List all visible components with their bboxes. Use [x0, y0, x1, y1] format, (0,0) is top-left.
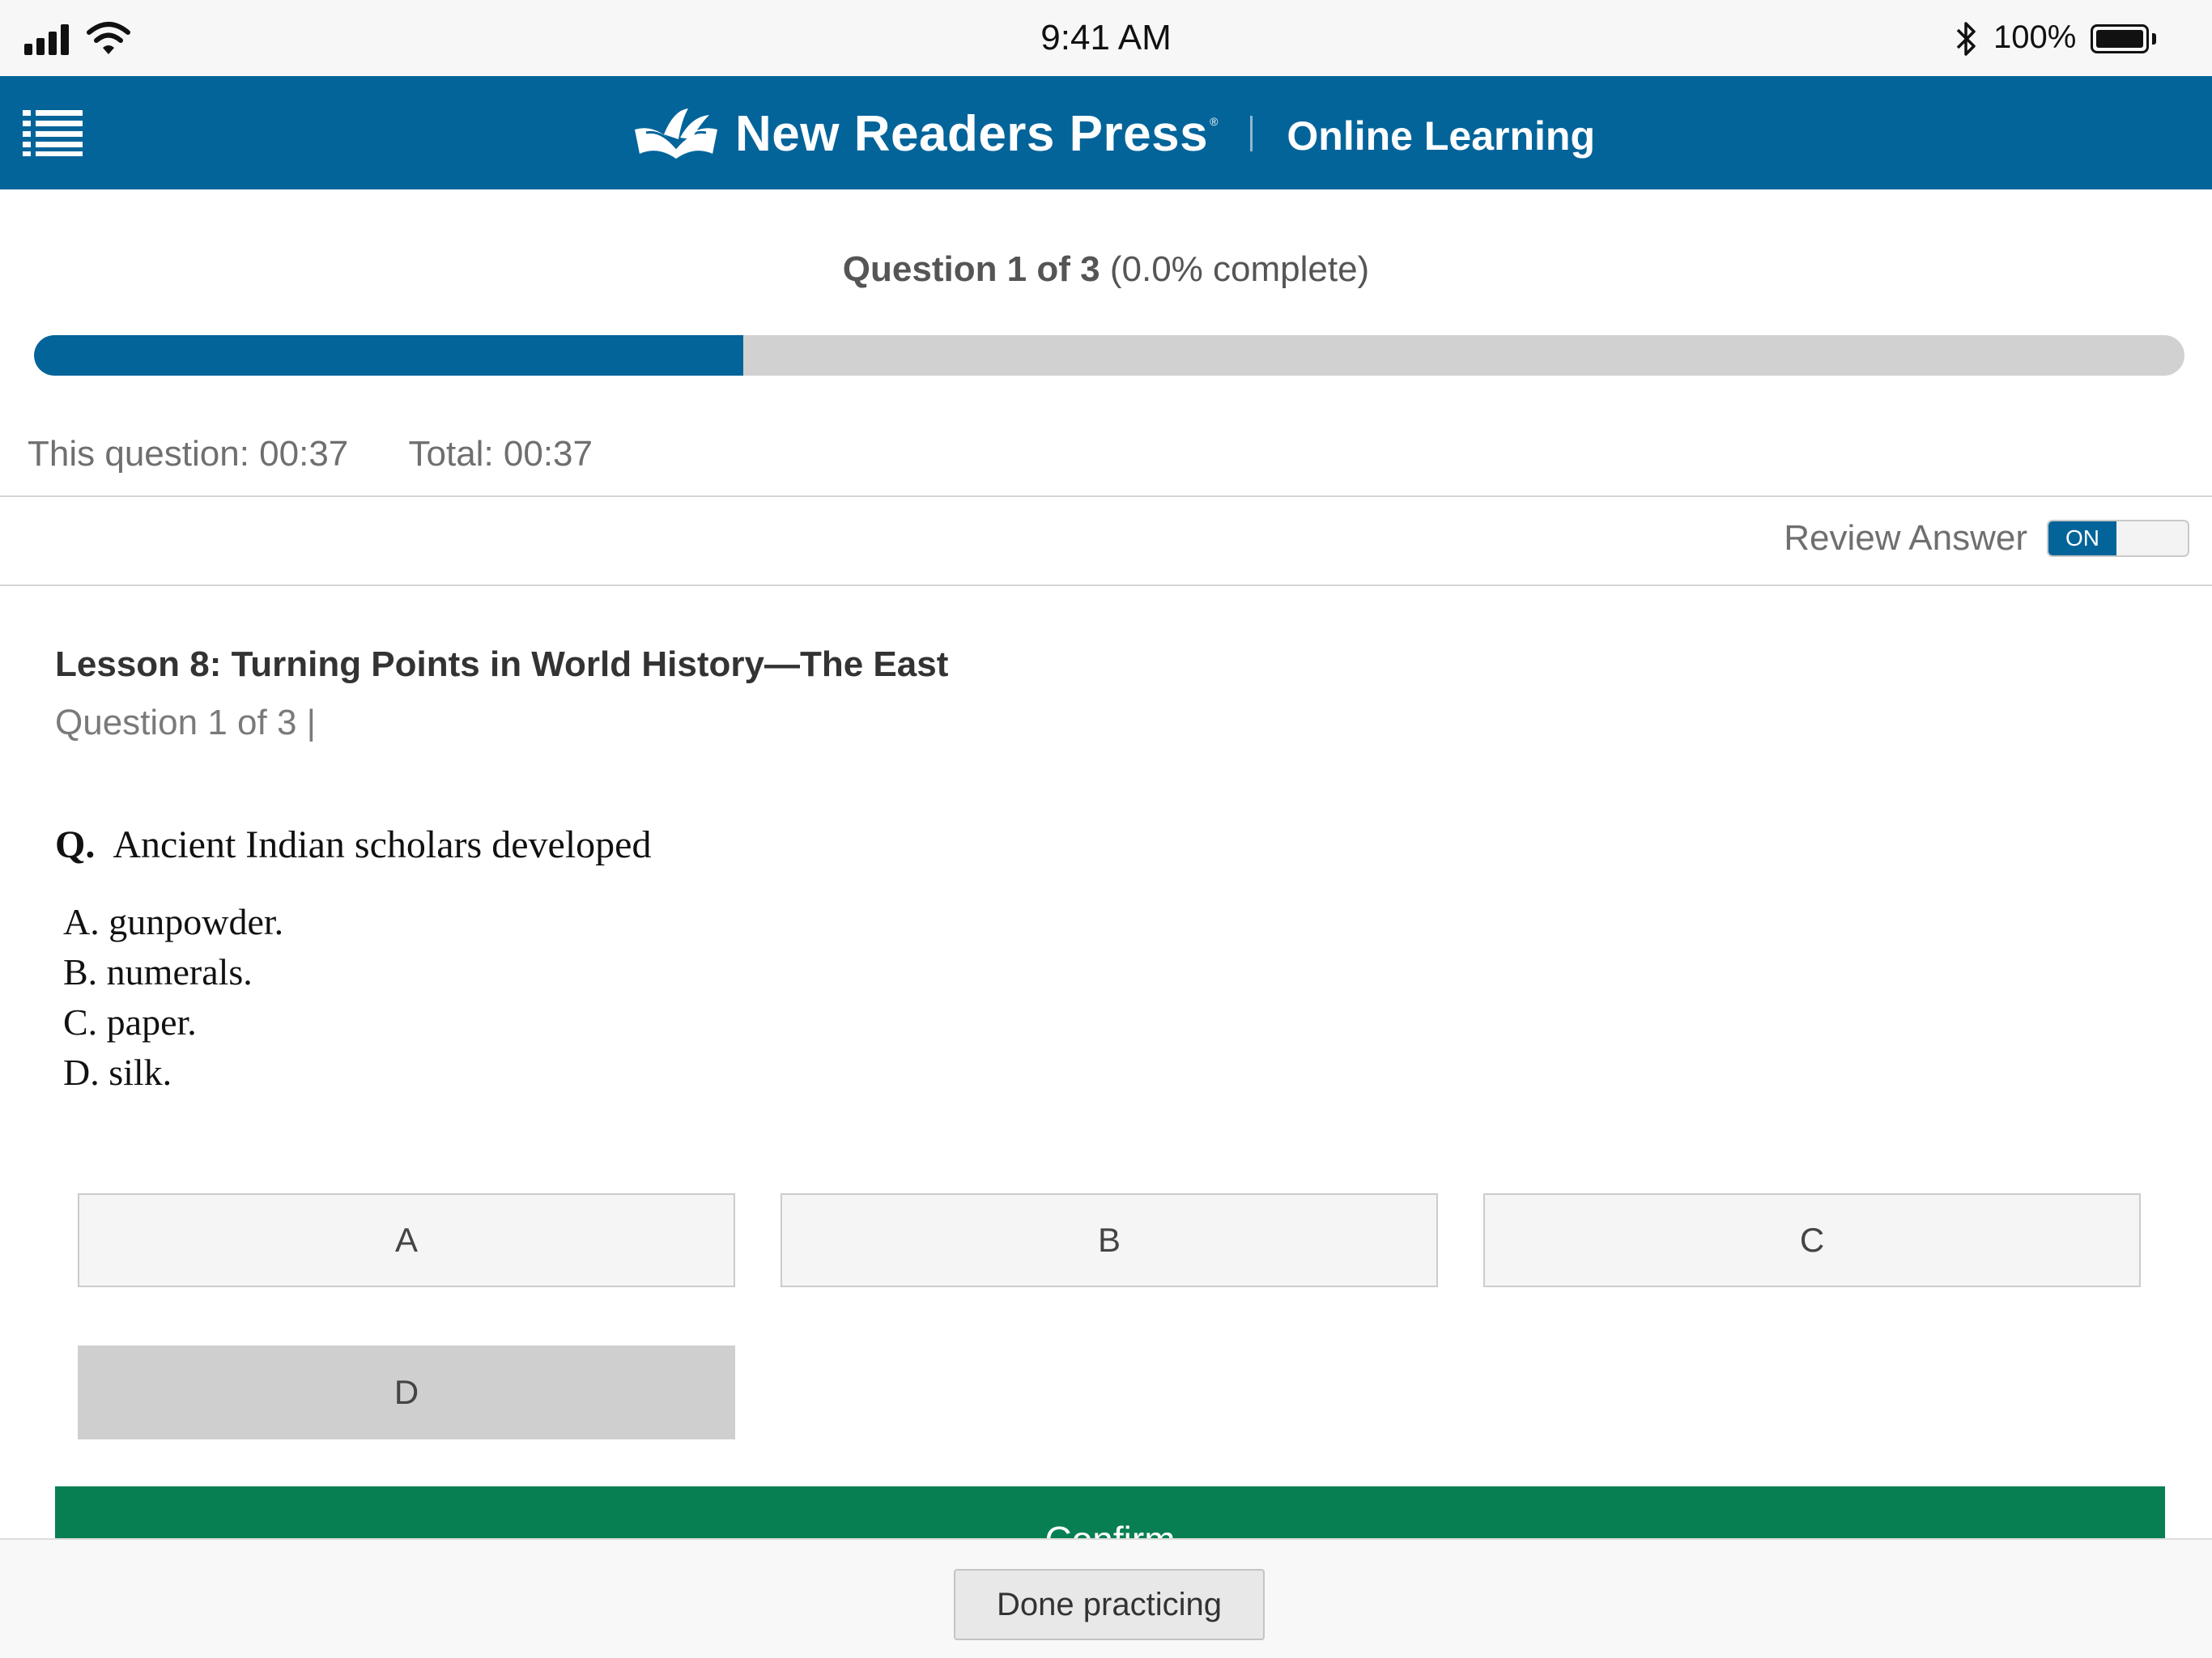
list-menu-icon[interactable]: [23, 108, 84, 157]
progress-question-label: Question 1 of 3: [842, 249, 1100, 289]
divider: [0, 495, 2212, 497]
timers: This question: 00:37 Total: 00:37: [28, 434, 593, 474]
review-answer-label: Review Answer: [1784, 518, 2027, 558]
answer-button-a[interactable]: A: [78, 1193, 735, 1287]
review-answer-toggle[interactable]: ON: [2047, 520, 2189, 557]
divider: [0, 585, 2212, 586]
progress-bar: [34, 335, 2184, 376]
answer-button-d[interactable]: D: [78, 1346, 735, 1439]
brand-name: New Readers Press: [735, 105, 1209, 162]
progress-percent-label: (0.0% complete): [1109, 249, 1370, 289]
answer-options-list: A. gunpowder. B. numerals. C. paper. D. …: [63, 897, 283, 1098]
battery-nub: [2152, 33, 2156, 45]
answer-button-c[interactable]: C: [1483, 1193, 2141, 1287]
brand-registered-mark: ®: [1210, 115, 1219, 128]
done-practicing-button[interactable]: Done practicing: [954, 1569, 1265, 1640]
brand-subtitle: Online Learning: [1287, 113, 1595, 159]
option-text-d: D. silk.: [63, 1052, 172, 1093]
bottom-bar: Done practicing: [0, 1538, 2212, 1658]
lesson-question-counter: Question 1 of 3 |: [55, 703, 317, 742]
brand: New Readers Press ® Online Learning: [632, 97, 1595, 170]
app-header: New Readers Press ® Online Learning: [0, 76, 2212, 189]
question-stem: Q. Ancient Indian scholars developed: [55, 823, 651, 867]
brand-divider: [1250, 116, 1253, 151]
progress-title: Question 1 of 3 (0.0% complete): [0, 249, 2212, 290]
bluetooth-icon: [1956, 22, 1976, 56]
question-prefix: Q.: [55, 823, 96, 866]
book-logo-icon: [635, 108, 717, 159]
progress-bar-fill: [34, 335, 744, 376]
status-bar: 9:41 AM 100%: [0, 0, 2212, 76]
option-text-c: C. paper.: [63, 1001, 197, 1043]
total-timer: Total: 00:37: [408, 434, 593, 474]
option-text-b: B. numerals.: [63, 951, 253, 993]
battery-percent: 100%: [1993, 19, 2077, 55]
option-text-a: A. gunpowder.: [63, 901, 284, 942]
status-time: 9:41 AM: [1040, 18, 1172, 57]
toggle-on-label: ON: [2048, 521, 2116, 555]
lesson-title: Lesson 8: Turning Points in World Histor…: [55, 644, 949, 684]
answer-button-b[interactable]: B: [781, 1193, 1438, 1287]
question-timer: This question: 00:37: [28, 434, 349, 474]
battery-icon: [2091, 24, 2149, 53]
question-text: Ancient Indian scholars developed: [113, 823, 652, 866]
